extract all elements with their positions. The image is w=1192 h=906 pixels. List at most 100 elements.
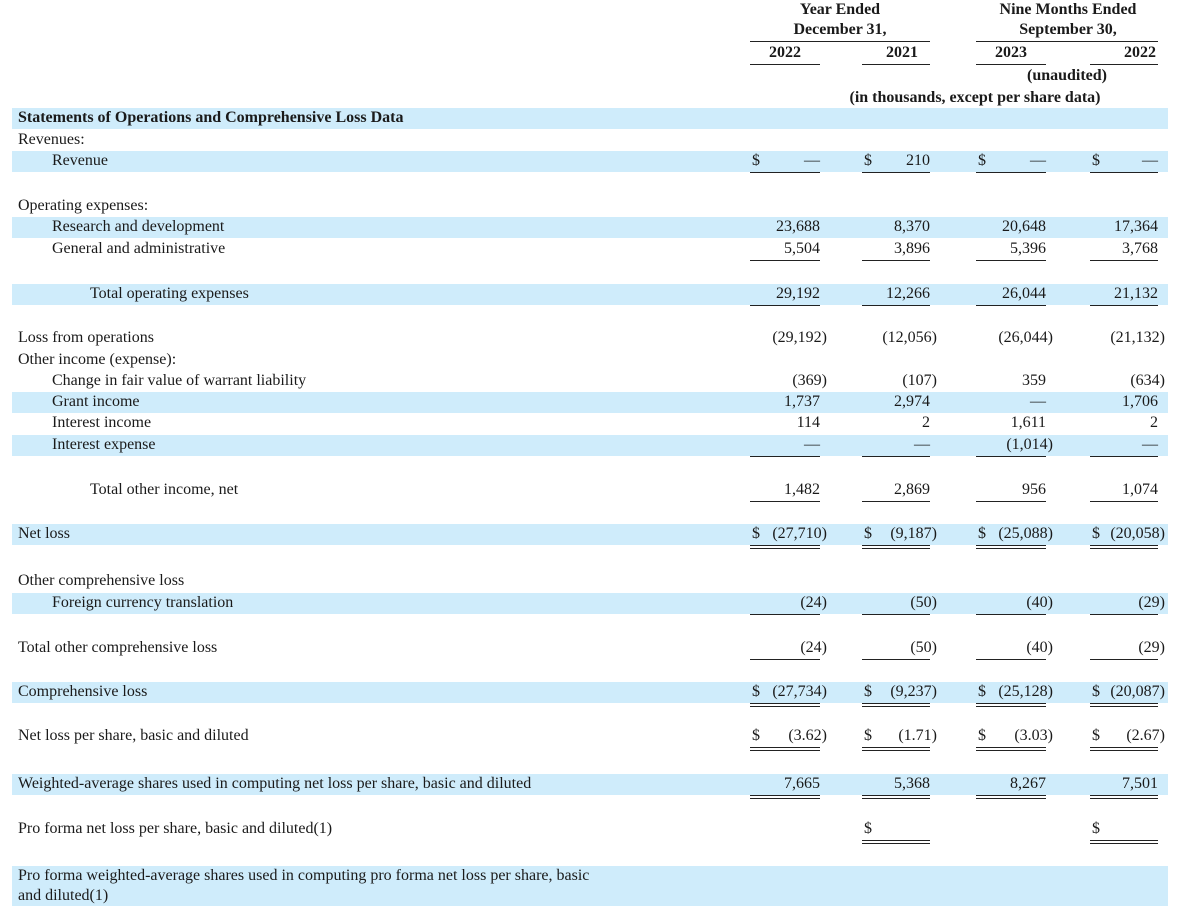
row-20-rule-col-2 bbox=[862, 747, 930, 748]
row-7-rule-col-1 bbox=[750, 305, 820, 306]
row-17-value-col-1: (24) bbox=[750, 593, 827, 613]
currency-symbol: $ bbox=[752, 525, 760, 542]
currency-symbol: $ bbox=[752, 152, 760, 169]
cell-value: (50) bbox=[910, 639, 937, 656]
cell-value: 1,737 bbox=[784, 393, 820, 410]
row-21-rule-col-3 bbox=[976, 795, 1046, 796]
cell-value: (25,128) bbox=[998, 683, 1053, 700]
cell-value: (1.71) bbox=[898, 727, 937, 744]
row-3-value-col-4: $ — bbox=[1090, 151, 1158, 171]
row-15-rule-col-2 bbox=[862, 545, 930, 546]
row-16-label: Other comprehensive loss bbox=[18, 572, 185, 589]
currency-symbol: $ bbox=[864, 152, 872, 169]
cell-value: 7,665 bbox=[784, 775, 820, 792]
row-20-value-col-1: $ (3.62) bbox=[750, 726, 827, 746]
cell-value: 21,132 bbox=[1114, 285, 1158, 302]
row-15-rule2-col-1 bbox=[750, 548, 820, 549]
cell-value: (27,734) bbox=[772, 683, 827, 700]
row-6-rule-col-4 bbox=[1090, 260, 1158, 261]
row-17-rule-col-4 bbox=[1090, 614, 1158, 615]
row-8-value-col-2: (12,056) bbox=[862, 328, 937, 348]
row-14-value-col-3: 956 bbox=[976, 480, 1046, 500]
cell-value: (27,710) bbox=[772, 525, 827, 542]
cell-value: (2.67) bbox=[1126, 727, 1165, 744]
year-3-rule bbox=[976, 64, 1046, 65]
row-13-value-col-1: — bbox=[750, 435, 820, 455]
row-20-value-col-3: $ (3.03) bbox=[976, 726, 1053, 746]
cell-value: (634) bbox=[1130, 372, 1165, 389]
cell-value: (26,044) bbox=[998, 329, 1053, 346]
row-7-label: Total operating expenses bbox=[90, 285, 249, 302]
row-23-label-continued: and diluted(1) bbox=[18, 887, 109, 904]
cell-value: (29,192) bbox=[772, 329, 827, 346]
cell-value: (24) bbox=[800, 639, 827, 656]
row-22-rule-col-2 bbox=[862, 840, 930, 841]
row-7-value-col-3: 26,044 bbox=[976, 284, 1046, 304]
cell-value: (40) bbox=[1026, 594, 1053, 611]
cell-value: (20,058) bbox=[1110, 525, 1165, 542]
cell-value: 2,869 bbox=[894, 481, 930, 498]
row-12-value-col-3: 1,611 bbox=[976, 413, 1046, 433]
currency-symbol: $ bbox=[978, 525, 986, 542]
row-20-value-col-4: $ (2.67) bbox=[1090, 726, 1165, 746]
cell-value: (9,237) bbox=[890, 683, 937, 700]
row-14-rule-col-1 bbox=[750, 501, 820, 502]
row-8-value-col-3: (26,044) bbox=[976, 328, 1053, 348]
col-header-year-3: 2023 bbox=[995, 44, 1027, 61]
row-6-rule-col-3 bbox=[976, 260, 1046, 261]
row-21-rule-col-4 bbox=[1090, 795, 1158, 796]
row-23-label: Pro forma weighted-average shares used i… bbox=[18, 867, 590, 884]
row-13-rule-col-2 bbox=[862, 456, 930, 457]
row-11-value-col-3: — bbox=[976, 392, 1046, 412]
row-15-rule2-col-4 bbox=[1090, 548, 1158, 549]
cell-value: — bbox=[1030, 393, 1046, 410]
cell-value: 1,074 bbox=[1122, 481, 1158, 498]
row-14-label: Total other income, net bbox=[90, 481, 239, 498]
row-17-value-col-3: (40) bbox=[976, 593, 1053, 613]
row-13-value-col-4: — bbox=[1090, 435, 1158, 455]
row-2-label: Revenues: bbox=[18, 131, 85, 148]
row-21-rule-col-1 bbox=[750, 795, 820, 796]
cell-value: 3,768 bbox=[1122, 240, 1158, 257]
row-15-rule-col-1 bbox=[750, 545, 820, 546]
row-15-label: Net loss bbox=[18, 525, 70, 542]
row-19-label: Comprehensive loss bbox=[18, 683, 148, 700]
cell-value: 29,192 bbox=[776, 285, 820, 302]
col-group-1-title-line-1: Year Ended bbox=[799, 1, 881, 18]
row-3-label: Revenue bbox=[52, 152, 108, 169]
row-20-rule-col-1 bbox=[750, 747, 820, 748]
row-19-rule-col-2 bbox=[862, 703, 930, 704]
cell-value: 2 bbox=[1150, 414, 1158, 431]
row-15-rule-col-4 bbox=[1090, 545, 1158, 546]
row-8-value-col-1: (29,192) bbox=[750, 328, 827, 348]
row-7-value-col-1: 29,192 bbox=[750, 284, 820, 304]
cell-value: (29) bbox=[1138, 639, 1165, 656]
unaudited-note: (unaudited) bbox=[1026, 67, 1108, 84]
row-3-rule-col-2 bbox=[862, 172, 930, 173]
cell-value: 8,267 bbox=[1010, 775, 1046, 792]
row-10-value-col-2: (107) bbox=[862, 371, 937, 391]
year-1-rule bbox=[750, 64, 820, 65]
currency-symbol: $ bbox=[978, 683, 986, 700]
cell-value: (9,187) bbox=[890, 525, 937, 542]
row-11-label: Grant income bbox=[52, 393, 140, 410]
row-21-label: Weighted-average shares used in computin… bbox=[18, 775, 532, 792]
cell-value: — bbox=[804, 152, 820, 169]
row-14-rule-col-3 bbox=[976, 501, 1046, 502]
cell-value: (1,014) bbox=[1006, 436, 1053, 453]
row-12-value-col-1: 114 bbox=[750, 413, 820, 433]
row-3-value-col-1: $ — bbox=[750, 151, 820, 171]
row-18-value-col-1: (24) bbox=[750, 638, 827, 658]
row-20-rule-col-4 bbox=[1090, 747, 1158, 748]
row-7-rule-col-4 bbox=[1090, 305, 1158, 306]
row-15-rule-col-3 bbox=[976, 545, 1046, 546]
cell-value: (369) bbox=[792, 372, 827, 389]
row-5-value-col-2: 8,370 bbox=[862, 217, 930, 237]
cell-value: (25,088) bbox=[998, 525, 1053, 542]
row-17-rule-col-3 bbox=[976, 614, 1046, 615]
row-14-value-col-1: 1,482 bbox=[750, 480, 820, 500]
cell-value: (3.62) bbox=[788, 727, 827, 744]
row-18-value-col-2: (50) bbox=[862, 638, 937, 658]
row-14-value-col-2: 2,869 bbox=[862, 480, 930, 500]
row-15-value-col-3: $ (25,088) bbox=[976, 524, 1053, 544]
